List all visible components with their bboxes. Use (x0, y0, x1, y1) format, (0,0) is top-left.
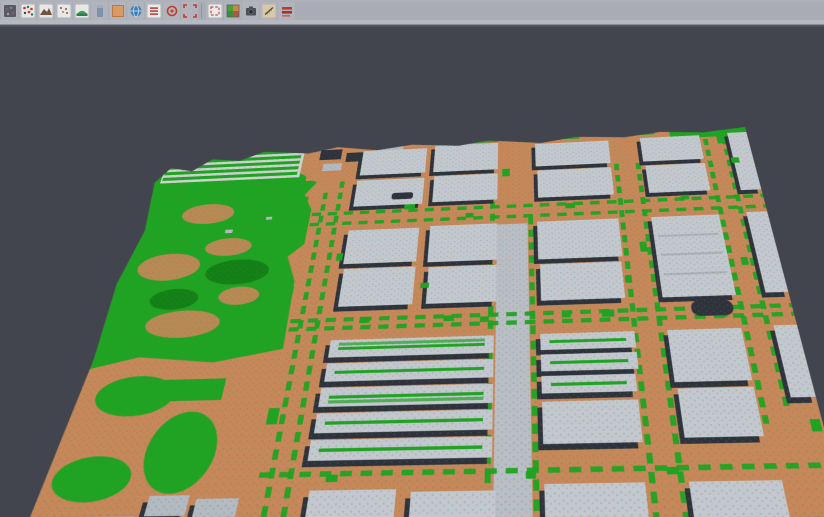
toolbar-separator (198, 2, 205, 20)
ortho-icon[interactable] (109, 2, 126, 20)
3d-viewport[interactable] (0, 27, 824, 517)
camera-icon[interactable] (242, 2, 259, 20)
point-cloud-scene[interactable] (22, 127, 824, 517)
region-icon[interactable] (181, 2, 198, 20)
points-icon[interactable] (19, 2, 36, 20)
red-layers-icon[interactable] (278, 2, 295, 20)
speckle-overlay (22, 127, 824, 517)
mountain-icon[interactable] (37, 2, 54, 20)
column-icon[interactable] (91, 2, 108, 20)
classified-point-cloud-map (22, 127, 824, 517)
classified-map-icon[interactable] (224, 2, 241, 20)
red-rows-icon[interactable] (145, 2, 162, 20)
hill-icon[interactable] (73, 2, 90, 20)
model-icon[interactable] (1, 2, 18, 20)
sparse-points-icon[interactable] (55, 2, 72, 20)
measure-icon[interactable] (260, 2, 277, 20)
target-icon[interactable] (163, 2, 180, 20)
globe-icon[interactable] (127, 2, 144, 20)
toolbar (0, 0, 824, 27)
crop-icon[interactable] (206, 2, 223, 20)
application-window (0, 0, 824, 517)
